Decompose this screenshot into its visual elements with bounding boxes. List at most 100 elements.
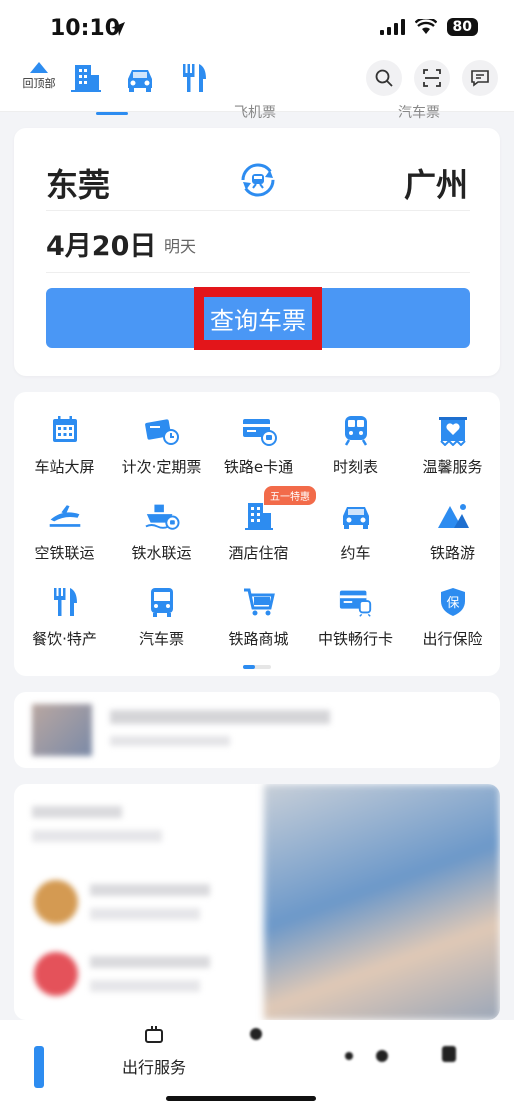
signal-icon: [379, 19, 405, 35]
blurred-news-card[interactable]: [14, 692, 500, 768]
blurred-text: [32, 806, 122, 818]
service-insurance[interactable]: 保 出行保险: [404, 584, 501, 649]
up-arrow-icon: [30, 62, 48, 73]
promo-badge: 五一特惠: [264, 486, 316, 505]
divider: [46, 210, 470, 211]
blurred-text: [90, 884, 210, 896]
dining-icon: [47, 584, 83, 620]
dining-icon[interactable]: [176, 60, 212, 96]
service-care[interactable]: 温馨服务: [404, 412, 501, 477]
day-hint: 明天: [164, 237, 197, 256]
ecard-icon: [241, 412, 277, 448]
service-label: 酒店住宿: [228, 544, 289, 562]
service-timetable[interactable]: 时刻表: [307, 412, 404, 477]
blurred-tab-icon[interactable]: [376, 1050, 388, 1062]
to-city[interactable]: 广州: [404, 160, 468, 206]
car-icon: [338, 498, 374, 534]
service-e-card[interactable]: 铁路e卡通: [210, 412, 307, 477]
page-indicator: [243, 665, 271, 669]
news-thumbnail: [32, 704, 92, 756]
query-tickets-button[interactable]: 查询车票: [46, 286, 470, 350]
from-city[interactable]: 东莞: [46, 160, 110, 206]
service-label: 汽车票: [138, 630, 184, 648]
service-label: 餐饮·特产: [32, 630, 97, 648]
departure-date[interactable]: 4月20日: [46, 224, 156, 263]
scan-icon: [423, 69, 441, 87]
mode-tabs: 飞机票 汽车票: [14, 105, 500, 128]
status-bar: 10:10 80: [0, 0, 514, 56]
services-grid: 车站大屏 计次·定期票 铁路e卡通 时刻表 温馨服务 空铁联运 铁水联运 酒店住…: [14, 392, 500, 676]
service-label: 约车: [340, 544, 371, 562]
service-label: 铁水联运: [131, 544, 192, 562]
location-arrow-icon: [111, 22, 125, 36]
active-tab-indicator: [96, 112, 128, 115]
service-dining[interactable]: 餐饮·特产: [16, 584, 113, 649]
swap-stations-icon[interactable]: [236, 158, 280, 202]
tab-label: 出行服务: [121, 1058, 186, 1077]
blurred-promo-card[interactable]: [14, 784, 500, 1020]
message-icon: [471, 70, 489, 87]
shopping-cart-icon: [241, 584, 277, 620]
service-ride[interactable]: 约车: [307, 498, 404, 563]
periodic-ticket-icon: [144, 412, 180, 448]
battery-indicator: 80: [446, 18, 478, 36]
blurred-photo: [264, 784, 500, 1020]
service-periodic-ticket[interactable]: 计次·定期票: [113, 412, 210, 477]
blurred-tab-icon[interactable]: [442, 1046, 456, 1062]
timetable-icon: [338, 412, 374, 448]
service-label: 时刻表: [332, 458, 378, 476]
service-bus-ticket[interactable]: 汽车票: [113, 584, 210, 649]
service-label: 铁路游: [429, 544, 475, 562]
car-icon[interactable]: [122, 60, 158, 96]
blurred-text: [90, 980, 200, 992]
tab-flight[interactable]: 飞机票: [234, 102, 276, 122]
blurred-item-icon: [34, 952, 78, 996]
home-indicator: [166, 1096, 316, 1101]
service-rail-water[interactable]: 铁水联运: [113, 498, 210, 563]
blurred-text: [110, 736, 230, 746]
service-label: 铁路e卡通: [223, 458, 294, 476]
rail-water-icon: [144, 498, 180, 534]
wifi-icon: [414, 19, 437, 34]
ticket-search-card: 东莞 广州 4月20日 明天 查询车票: [14, 128, 500, 376]
service-rail-mall[interactable]: 铁路商城: [210, 584, 307, 649]
hotel-icon[interactable]: [68, 60, 104, 96]
service-hotel[interactable]: 酒店住宿: [210, 498, 307, 563]
service-label: 空铁联运: [34, 544, 95, 562]
bus-icon: [144, 584, 180, 620]
back-to-top-label: 回顶部: [22, 77, 56, 90]
blurred-item-icon: [34, 880, 78, 924]
scan-button[interactable]: [414, 60, 450, 96]
message-button[interactable]: [462, 60, 498, 96]
service-travel-card[interactable]: 中铁畅行卡: [307, 584, 404, 649]
service-label: 出行保险: [422, 630, 483, 648]
travel-card-icon: [338, 584, 374, 620]
tab-travel-service[interactable]: 出行服务: [110, 1026, 198, 1078]
station-screen-icon: [47, 412, 83, 448]
service-label: 中铁畅行卡: [317, 630, 393, 648]
blurred-text: [32, 830, 162, 842]
search-button[interactable]: [366, 60, 402, 96]
service-rail-tour[interactable]: 铁路游: [404, 498, 501, 563]
blurred-text: [90, 908, 200, 920]
rail-tour-icon: [435, 498, 471, 534]
service-label: 计次·定期票: [121, 458, 202, 476]
service-air-rail[interactable]: 空铁联运: [16, 498, 113, 563]
tab-bus[interactable]: 汽车票: [398, 102, 440, 122]
service-label: 铁路商城: [228, 630, 289, 648]
blurred-tab-icon[interactable]: [250, 1028, 262, 1040]
blurred-text: [90, 956, 210, 968]
svg-text:保: 保: [446, 596, 459, 611]
blurred-tab-icon[interactable]: [345, 1052, 353, 1060]
back-to-top-button[interactable]: 回顶部: [18, 62, 60, 91]
query-tickets-label: 查询车票: [194, 286, 322, 350]
travel-service-icon: [145, 1026, 163, 1043]
service-station-screen[interactable]: 车站大屏: [16, 412, 113, 477]
service-label: 温馨服务: [422, 458, 483, 476]
insurance-icon: 保: [435, 584, 471, 620]
care-service-icon: [435, 412, 471, 448]
home-tab-icon[interactable]: [34, 1046, 44, 1088]
divider: [46, 272, 470, 273]
search-icon: [375, 69, 393, 87]
service-label: 车站大屏: [34, 458, 95, 476]
